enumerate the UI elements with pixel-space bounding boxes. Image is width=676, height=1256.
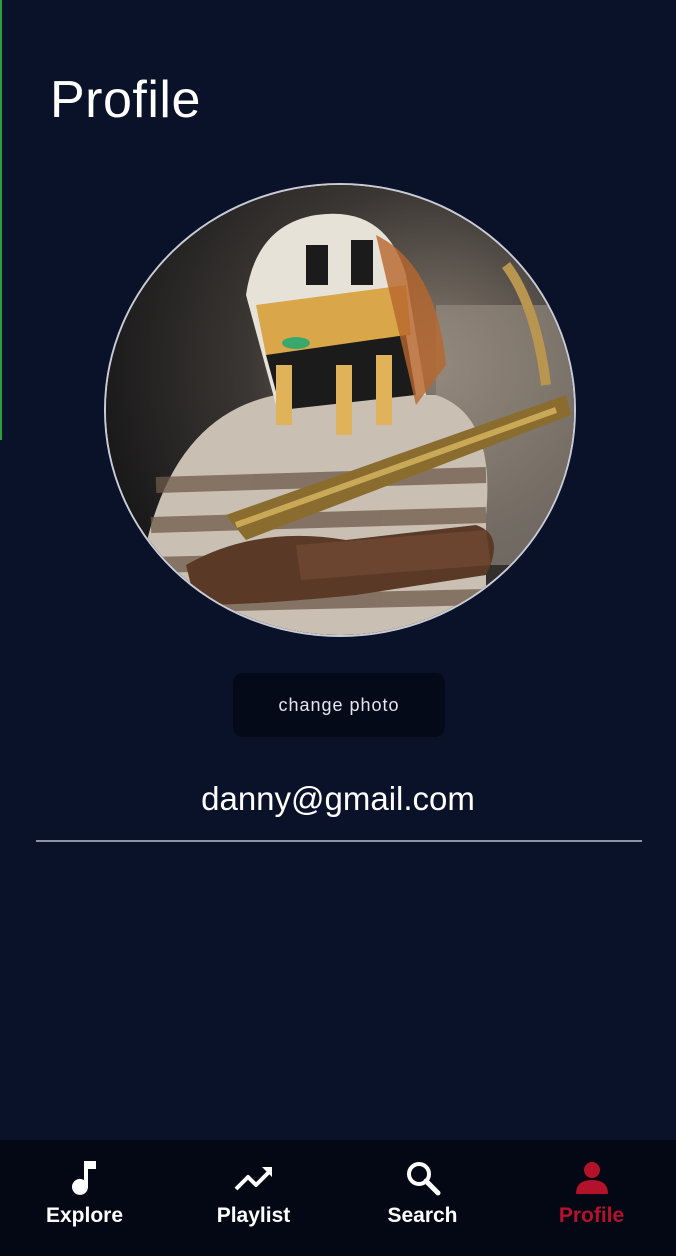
nav-item-search[interactable]: Search bbox=[338, 1140, 507, 1256]
email-underline bbox=[36, 840, 642, 842]
avatar-photo bbox=[106, 185, 574, 635]
nav-item-explore[interactable]: Explore bbox=[0, 1140, 169, 1256]
person-icon bbox=[572, 1158, 612, 1198]
page-title: Profile bbox=[50, 71, 201, 129]
nav-label-search: Search bbox=[387, 1204, 458, 1227]
trending-up-icon bbox=[234, 1158, 274, 1198]
profile-screen: Profile change photo danny@gmail.com Exp… bbox=[0, 0, 676, 1256]
search-icon bbox=[403, 1158, 443, 1198]
change-photo-button[interactable]: change photo bbox=[233, 673, 445, 737]
email-text: danny@gmail.com bbox=[201, 780, 475, 817]
nav-label-explore: Explore bbox=[45, 1204, 124, 1227]
bottom-nav: Explore Playlist Search Profile bbox=[0, 1140, 676, 1256]
window-edge bbox=[0, 0, 2, 440]
profile-avatar[interactable] bbox=[104, 183, 576, 637]
nav-label-playlist: Playlist bbox=[216, 1204, 291, 1227]
nav-item-profile[interactable]: Profile bbox=[507, 1140, 676, 1256]
nav-label-profile: Profile bbox=[558, 1204, 625, 1227]
music-note-icon bbox=[65, 1158, 105, 1198]
nav-item-playlist[interactable]: Playlist bbox=[169, 1140, 338, 1256]
